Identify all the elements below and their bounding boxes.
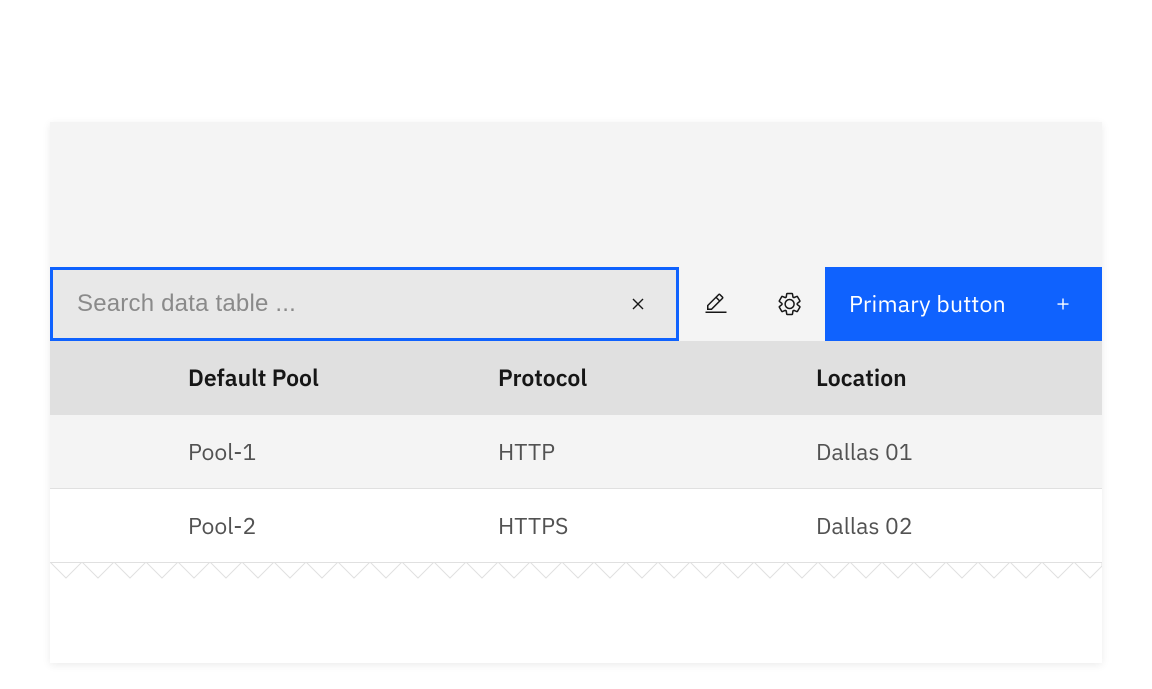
search-container [50, 267, 679, 341]
edit-button[interactable] [679, 267, 752, 341]
settings-button[interactable] [752, 267, 825, 341]
plus-icon [1052, 293, 1074, 315]
primary-button[interactable]: Primary button [825, 267, 1102, 341]
table-toolbar: Primary button [50, 267, 1102, 341]
table-row[interactable]: Pool-2 HTTPS Dallas 02 [50, 489, 1102, 563]
cell-location: Dallas 01 [816, 437, 1102, 467]
close-icon [627, 293, 649, 315]
column-header-pool[interactable]: Default Pool [188, 363, 498, 393]
cell-pool: Pool-1 [188, 437, 498, 467]
table-row[interactable]: Pool-1 HTTP Dallas 01 [50, 415, 1102, 489]
torn-edge-decoration [50, 563, 1102, 593]
cell-protocol: HTTPS [498, 511, 816, 541]
data-table: Default Pool Protocol Location Pool-1 HT… [50, 341, 1102, 563]
column-header-location[interactable]: Location [816, 363, 1102, 393]
bottom-spacer [50, 593, 1102, 663]
clear-search-button[interactable] [618, 284, 658, 324]
cell-protocol: HTTP [498, 437, 816, 467]
top-spacer [50, 122, 1102, 267]
edit-icon [704, 292, 728, 316]
table-header-row: Default Pool Protocol Location [50, 341, 1102, 415]
cell-location: Dallas 02 [816, 511, 1102, 541]
search-input[interactable] [77, 290, 618, 318]
gear-icon [777, 292, 801, 316]
primary-button-label: Primary button [849, 289, 1006, 319]
data-table-panel: Primary button Default Pool Protocol Loc… [50, 122, 1102, 663]
column-header-protocol[interactable]: Protocol [498, 363, 816, 393]
cell-pool: Pool-2 [188, 511, 498, 541]
